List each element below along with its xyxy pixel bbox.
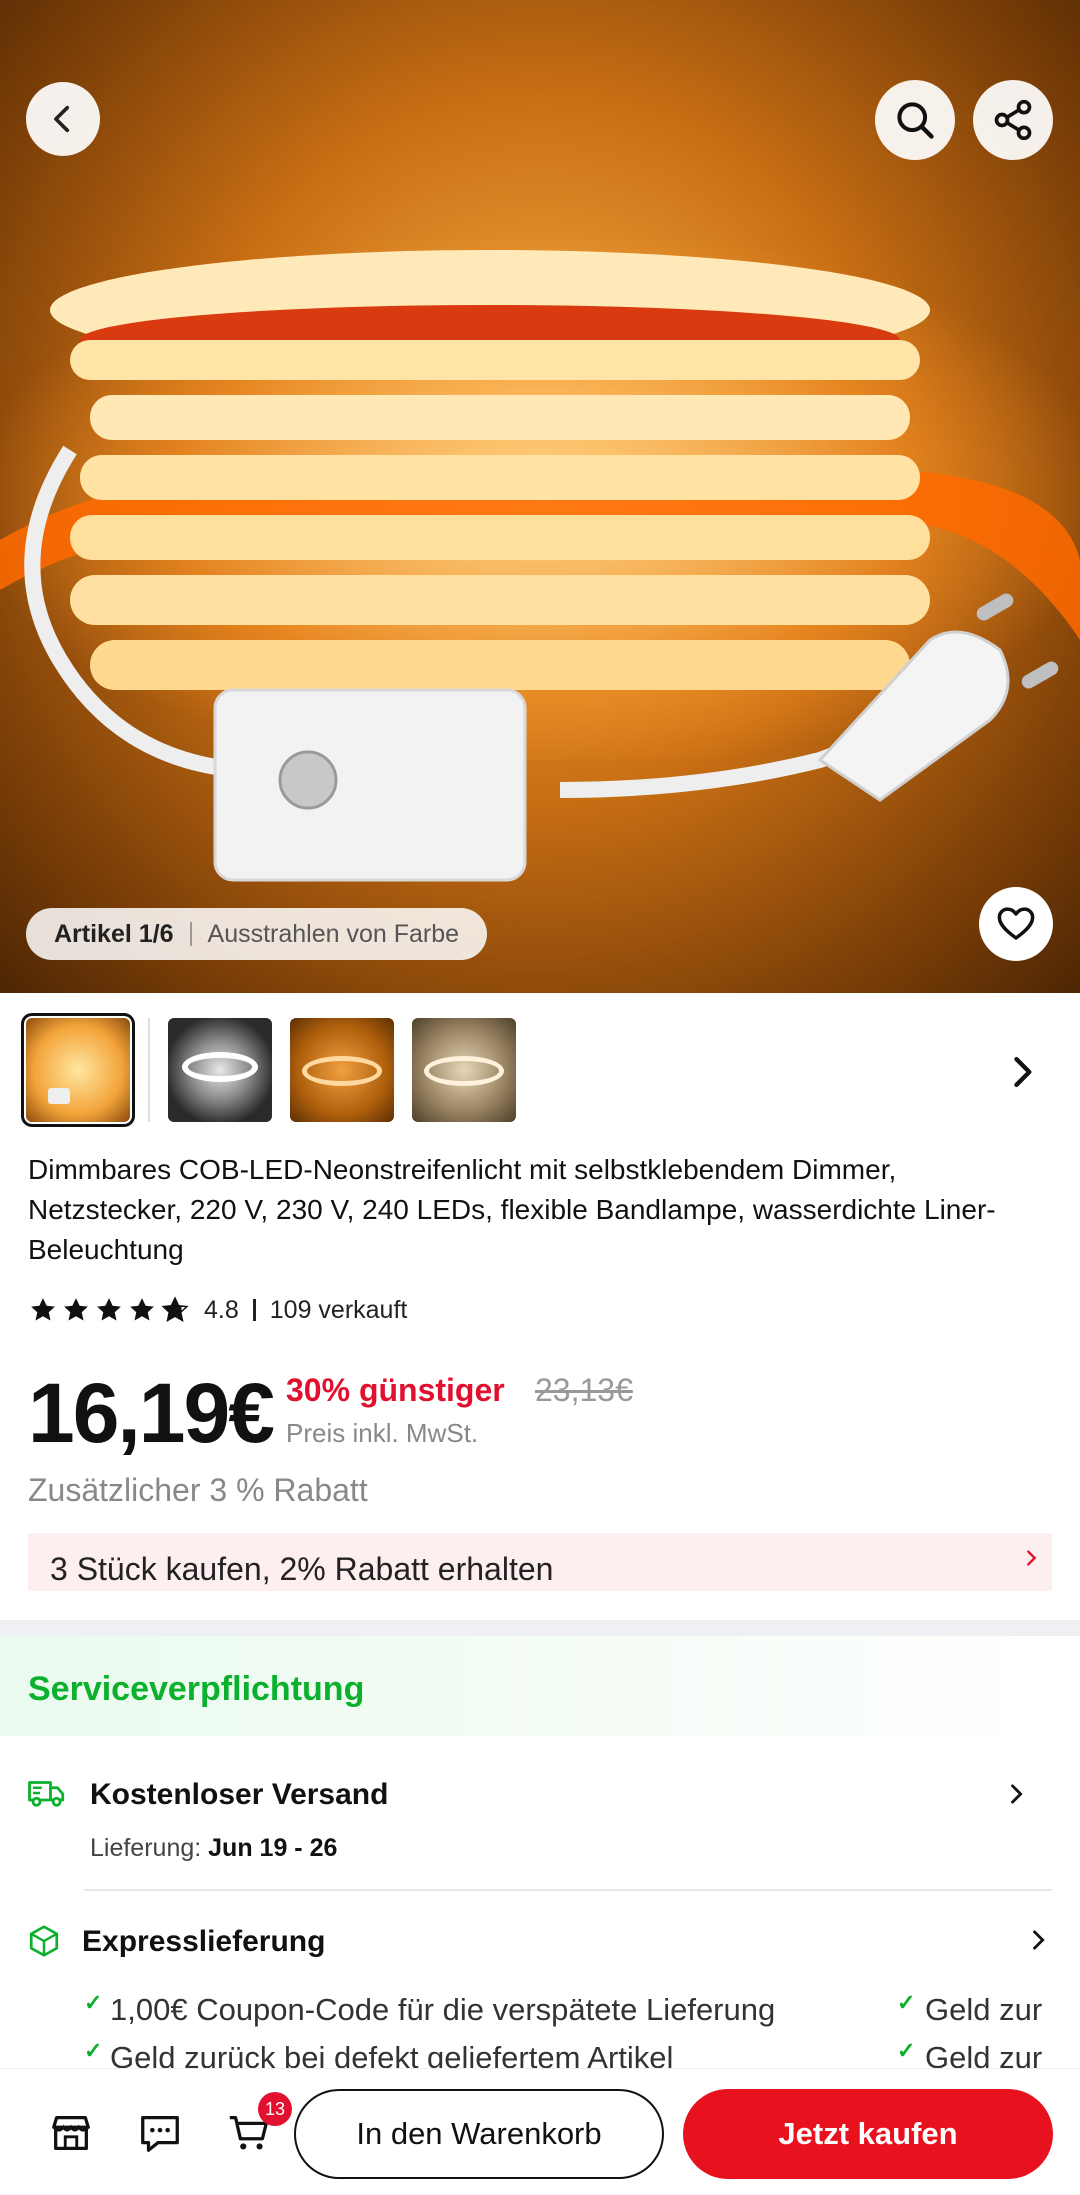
chevron-left-icon bbox=[54, 105, 70, 133]
star-icon bbox=[64, 1298, 88, 1321]
thumbnail-2[interactable] bbox=[168, 1018, 272, 1122]
delivery-info: Lieferung: Jun 19 - 26 bbox=[90, 1834, 337, 1863]
search-button[interactable] bbox=[875, 80, 955, 160]
wishlist-button[interactable] bbox=[979, 887, 1053, 961]
chat-icon[interactable] bbox=[137, 2110, 183, 2156]
delivery-label: Lieferung: bbox=[90, 1834, 202, 1862]
share-icon bbox=[994, 99, 1032, 141]
chevron-right-icon[interactable] bbox=[1024, 1926, 1052, 1954]
chevron-right-icon[interactable] bbox=[1002, 1780, 1030, 1808]
package-icon bbox=[29, 1925, 59, 1957]
bulk-promo-banner[interactable]: 3 Stück kaufen, 2% Rabatt erhalten bbox=[28, 1533, 1052, 1591]
share-button[interactable] bbox=[973, 80, 1053, 160]
add-to-cart-button[interactable]: In den Warenkorb bbox=[294, 2089, 664, 2179]
rating-value: 4.8 bbox=[204, 1295, 239, 1324]
thumbnails-next-icon[interactable] bbox=[1000, 1050, 1044, 1094]
bullet-refund-1: Geld zur bbox=[925, 1992, 1043, 2027]
chevron-right-icon bbox=[1027, 1550, 1037, 1566]
star-icon bbox=[97, 1298, 121, 1321]
express-title[interactable]: Expresslieferung bbox=[82, 1925, 325, 1959]
discount-label: 30% günstiger bbox=[286, 1372, 505, 1408]
rating-row[interactable]: 4.8 109 verkauft bbox=[28, 1295, 407, 1325]
sold-count: 109 verkauft bbox=[269, 1295, 408, 1324]
express-bullets: ✓ 1,00€ Coupon-Code für die verspätete L… bbox=[0, 1980, 1080, 2068]
check-icon: ✓ bbox=[84, 1990, 103, 2015]
truck-icon bbox=[28, 1781, 65, 1807]
rating-separator bbox=[252, 1299, 256, 1321]
star-icon bbox=[130, 1298, 154, 1321]
bulk-promo-text: 3 Stück kaufen, 2% Rabatt erhalten bbox=[50, 1551, 554, 1587]
heart-icon bbox=[997, 907, 1035, 940]
check-icon: ✓ bbox=[84, 2038, 103, 2063]
service-heading: Serviceverpflichtung bbox=[28, 1670, 365, 1708]
check-icon: ✓ bbox=[897, 1990, 916, 2015]
store-icon[interactable] bbox=[48, 2110, 94, 2156]
thumbnail-1[interactable] bbox=[21, 1013, 135, 1127]
thumbnail-3[interactable] bbox=[290, 1018, 394, 1122]
rating-stars bbox=[28, 1295, 190, 1325]
search-icon bbox=[897, 102, 934, 139]
star-icon bbox=[31, 1298, 55, 1321]
image-counter-pill: Artikel 1/6 Ausstrahlen von Farbe bbox=[26, 908, 488, 960]
star-half-icon bbox=[161, 1296, 189, 1322]
tax-note: Preis inkl. MwSt. bbox=[286, 1418, 479, 1448]
check-icon: ✓ bbox=[897, 2038, 916, 2063]
thumbnail-strip bbox=[21, 1013, 516, 1127]
image-counter: Artikel 1/6 bbox=[54, 919, 174, 948]
current-price: 16,19€ bbox=[28, 1366, 275, 1460]
bullet-late-coupon: 1,00€ Coupon-Code für die verspätete Lie… bbox=[110, 1992, 776, 2027]
service-header: Serviceverpflichtung bbox=[0, 1636, 1080, 1736]
cart-count-badge: 13 bbox=[258, 2092, 292, 2126]
thumbnail-divider bbox=[148, 1018, 150, 1122]
back-button[interactable] bbox=[26, 82, 100, 156]
thumbnail-4[interactable] bbox=[412, 1018, 516, 1122]
extra-discount: Zusätzlicher 3 % Rabatt bbox=[28, 1472, 368, 1508]
pill-separator bbox=[189, 922, 192, 946]
delivery-dates: Jun 19 - 26 bbox=[208, 1834, 338, 1862]
row-divider bbox=[84, 1889, 1052, 1891]
original-price: 23,13€ bbox=[535, 1372, 633, 1408]
bullet-defect-refund: Geld zurück bei defekt geliefertem Artik… bbox=[110, 2040, 674, 2068]
shipping-title[interactable]: Kostenloser Versand bbox=[90, 1778, 388, 1812]
buy-now-button[interactable]: Jetzt kaufen bbox=[683, 2089, 1053, 2179]
bullet-refund-2: Geld zur bbox=[925, 2040, 1043, 2068]
variant-name: Ausstrahlen von Farbe bbox=[207, 919, 460, 948]
product-image-gallery[interactable]: Artikel 1/6 Ausstrahlen von Farbe bbox=[0, 0, 1080, 993]
product-title: Dimmbares COB-LED-Neonstreifenlicht mit … bbox=[28, 1154, 996, 1265]
section-divider bbox=[0, 1620, 1080, 1636]
